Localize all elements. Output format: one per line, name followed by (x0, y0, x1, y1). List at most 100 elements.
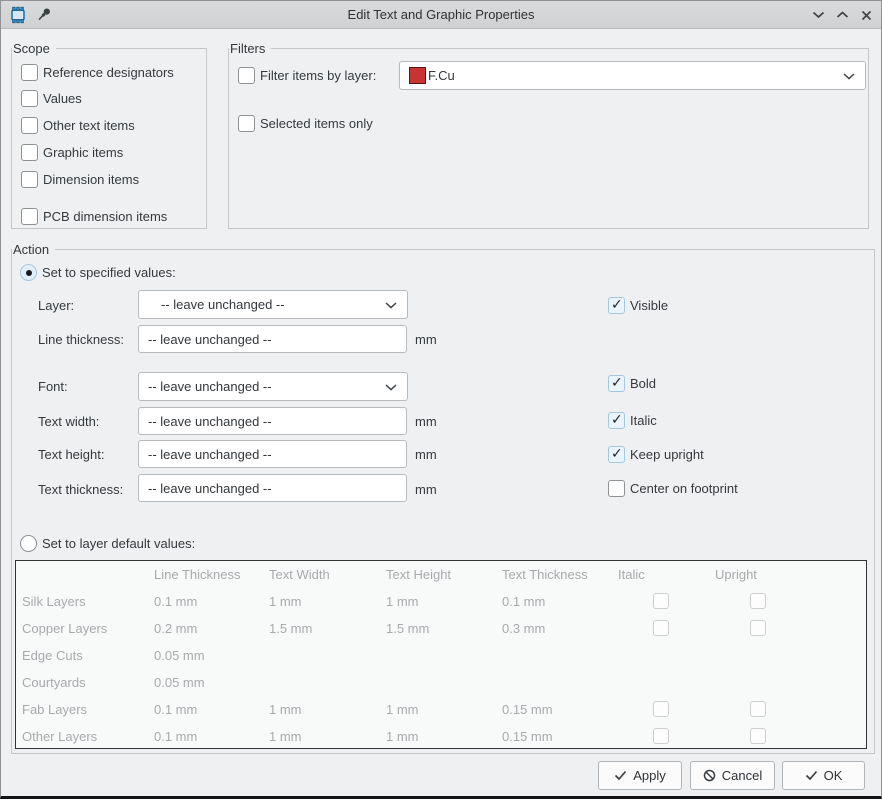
checkbox-bold[interactable] (608, 375, 625, 392)
table-row-silk-layers: Silk Layers 0.1 mm 1 mm 1 mm 0.1 mm (16, 588, 866, 615)
column-header: Upright (715, 566, 757, 583)
row-label: Edge Cuts (22, 647, 83, 664)
checkbox-label: Other text items (43, 117, 135, 134)
checkbox-label: Bold (630, 375, 656, 392)
checkbox-label: Selected items only (260, 115, 373, 132)
radio-label: Set to layer default values: (42, 535, 195, 552)
checkbox-upright-other[interactable] (750, 728, 766, 744)
field-label: Text thickness: (38, 481, 123, 498)
radio-set-to-layer-default-values[interactable] (20, 535, 37, 552)
table-row-fab-layers: Fab Layers 0.1 mm 1 mm 1 mm 0.15 mm (16, 696, 866, 723)
field-label: Line thickness: (38, 331, 124, 348)
checkbox-label: Reference designators (43, 64, 174, 81)
dialog-edit-text-and-graphic-properties: Edit Text and Graphic Properties Scope R… (0, 0, 882, 799)
layer-filter-combobox[interactable]: F.Cu (399, 61, 866, 90)
table-row-copper-layers: Copper Layers 0.2 mm 1.5 mm 1.5 mm 0.3 m… (16, 615, 866, 642)
ok-button-label: OK (824, 768, 843, 783)
row-label: Other Layers (22, 728, 97, 745)
layer-defaults-table: Line Thickness Text Width Text Height Te… (15, 560, 867, 749)
checkbox-label: Filter items by layer: (260, 67, 376, 84)
window-title: Edit Text and Graphic Properties (1, 7, 881, 22)
cell-text-thickness: 0.15 mm (502, 728, 553, 745)
checkbox-dimension-items[interactable] (21, 171, 38, 188)
checkbox-graphic-items[interactable] (21, 144, 38, 161)
column-header: Text Height (386, 566, 451, 583)
cell-line-thickness: 0.05 mm (154, 647, 205, 664)
field-label: Text width: (38, 413, 99, 430)
apply-button-label: Apply (633, 768, 666, 783)
checkbox-italic[interactable] (608, 412, 625, 429)
layer-combobox[interactable]: -- leave unchanged -- (138, 290, 408, 319)
checkbox-italic-fab[interactable] (653, 701, 669, 717)
row-label: Courtyards (22, 674, 86, 691)
checkbox-values[interactable] (21, 90, 38, 107)
cell-text-height: 1 mm (386, 701, 419, 718)
column-header: Italic (618, 566, 645, 583)
chevron-up-icon[interactable] (834, 8, 850, 22)
text-width-value: -- leave unchanged -- (148, 414, 272, 429)
checkbox-filter-items-by-layer[interactable] (238, 67, 255, 84)
font-value: -- leave unchanged -- (148, 379, 272, 394)
row-label: Copper Layers (22, 620, 107, 637)
row-label: Silk Layers (22, 593, 86, 610)
scope-legend: Scope (12, 40, 56, 57)
table-row-edge-cuts: Edge Cuts 0.05 mm (16, 642, 866, 669)
column-header: Text Thickness (502, 566, 588, 583)
cancel-button[interactable]: Cancel (690, 761, 775, 790)
checkbox-selected-items-only[interactable] (238, 115, 255, 132)
checkbox-upright-copper[interactable] (750, 620, 766, 636)
field-label: Text height: (38, 446, 105, 463)
checkbox-keep-upright[interactable] (608, 446, 625, 463)
check-icon (805, 770, 818, 781)
close-icon[interactable] (858, 8, 874, 22)
cell-text-width: 1 mm (269, 701, 302, 718)
radio-set-to-specified-values[interactable] (20, 264, 37, 281)
checkbox-other-text-items[interactable] (21, 117, 38, 134)
checkbox-italic-silk[interactable] (653, 593, 669, 609)
checkbox-visible[interactable] (608, 297, 625, 314)
cell-text-height: 1.5 mm (386, 620, 429, 637)
text-height-input[interactable]: -- leave unchanged -- (138, 440, 407, 468)
line-thickness-value: -- leave unchanged -- (148, 332, 272, 347)
checkbox-label: Dimension items (43, 171, 139, 188)
checkbox-italic-copper[interactable] (653, 620, 669, 636)
apply-button[interactable]: Apply (598, 761, 682, 790)
column-header: Line Thickness (154, 566, 240, 583)
check-icon (614, 770, 627, 781)
font-combobox[interactable]: -- leave unchanged -- (138, 372, 408, 401)
unit-label: mm (415, 413, 437, 430)
text-width-input[interactable]: -- leave unchanged -- (138, 407, 407, 435)
chevron-down-icon (385, 302, 397, 309)
checkbox-upright-silk[interactable] (750, 593, 766, 609)
table-header-row: Line Thickness Text Width Text Height Te… (16, 561, 866, 588)
field-label: Font: (38, 378, 68, 395)
table-row-courtyards: Courtyards 0.05 mm (16, 669, 866, 696)
ok-button[interactable]: OK (782, 761, 865, 790)
cell-text-thickness: 0.15 mm (502, 701, 553, 718)
checkbox-italic-other[interactable] (653, 728, 669, 744)
checkbox-upright-fab[interactable] (750, 701, 766, 717)
chevron-down-icon (843, 73, 855, 80)
cell-line-thickness: 0.1 mm (154, 728, 197, 745)
row-label: Fab Layers (22, 701, 87, 718)
checkbox-label: Keep upright (630, 446, 704, 463)
checkbox-reference-designators[interactable] (21, 64, 38, 81)
cell-text-width: 1.5 mm (269, 620, 312, 637)
chevron-down-icon[interactable] (810, 8, 826, 22)
checkbox-label: Italic (630, 412, 657, 429)
column-header: Text Width (269, 566, 330, 583)
checkbox-pcb-dimension-items[interactable] (21, 208, 38, 225)
checkbox-center-on-footprint[interactable] (608, 480, 625, 497)
checkbox-label: Values (43, 90, 82, 107)
checkbox-label: PCB dimension items (43, 208, 167, 225)
chevron-down-icon (385, 384, 397, 391)
checkbox-label: Graphic items (43, 144, 123, 161)
line-thickness-input[interactable]: -- leave unchanged -- (138, 325, 407, 353)
titlebar: Edit Text and Graphic Properties (1, 1, 881, 29)
cell-text-width: 1 mm (269, 728, 302, 745)
table-row-other-layers: Other Layers 0.1 mm 1 mm 1 mm 0.15 mm (16, 723, 866, 750)
text-thickness-input[interactable]: -- leave unchanged -- (138, 474, 407, 502)
text-height-value: -- leave unchanged -- (148, 447, 272, 462)
unit-label: mm (415, 481, 437, 498)
cancel-button-label: Cancel (722, 768, 762, 783)
